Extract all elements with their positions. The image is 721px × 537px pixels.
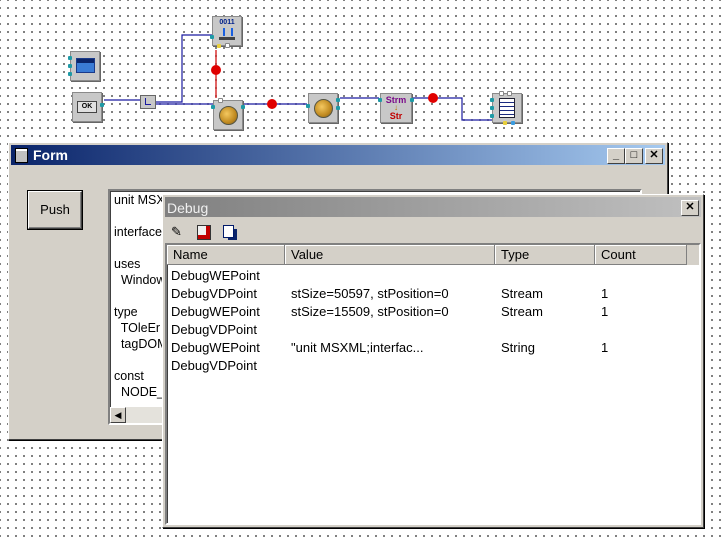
cell-name: DebugVDPoint <box>171 322 257 337</box>
memo-line: tagDOM <box>114 337 168 351</box>
debug-close-button[interactable]: ✕ <box>681 200 699 216</box>
gear-icon <box>314 99 333 118</box>
gear-icon <box>219 106 238 125</box>
push-button[interactable]: Push <box>28 191 82 229</box>
debug-title: Debug <box>167 200 209 216</box>
table-row[interactable]: DebugWEPoint stSize=15509, stPosition=0 St… <box>167 303 699 321</box>
table-row[interactable]: DebugVDPoint stSize=50597, stPosition=0 St… <box>167 285 699 303</box>
debug-toolbar: ✎ <box>169 223 269 241</box>
cell-name: DebugVDPoint <box>171 286 257 301</box>
clear-icon[interactable]: ✎ <box>171 224 187 240</box>
table-row[interactable]: DebugWEPoint <box>167 267 699 285</box>
cell-type: String <box>501 340 535 355</box>
process-component[interactable] <box>306 93 340 123</box>
ok-button-icon: OK <box>77 101 97 113</box>
debug-point[interactable] <box>211 65 221 75</box>
hub-component[interactable] <box>140 95 156 109</box>
column-header-count[interactable]: Count <box>595 245 687 265</box>
close-button[interactable]: ✕ <box>645 148 663 164</box>
cell-value: stSize=15509, stPosition=0 <box>291 304 449 319</box>
memo-line: const <box>114 369 144 383</box>
memo-line: type <box>114 305 138 319</box>
memo-line: NODE_ <box>114 385 165 399</box>
memo-line: unit MSX <box>114 193 165 207</box>
table-row[interactable]: DebugWEPoint "unit MSXML;interfac... Strin… <box>167 339 699 357</box>
memo-component[interactable] <box>490 91 522 125</box>
file-load-component[interactable]: 0011 <box>210 16 242 48</box>
cell-type: Stream <box>501 286 543 301</box>
table-row[interactable]: DebugVDPoint <box>167 321 699 339</box>
form-component[interactable] <box>68 51 100 81</box>
cell-name: DebugWEPoint <box>171 304 260 319</box>
memo-icon <box>499 98 515 118</box>
minimize-button[interactable]: _ <box>607 148 625 164</box>
memo-line: uses <box>114 257 141 271</box>
cell-count: 1 <box>601 340 609 355</box>
breakpoint-icon[interactable] <box>197 225 211 240</box>
cell-count: 1 <box>601 286 609 301</box>
cell-name: DebugWEPoint <box>171 340 260 355</box>
scroll-left-button[interactable]: ◀ <box>110 407 126 423</box>
debug-point[interactable] <box>267 99 277 109</box>
memo-line: Window <box>114 273 166 287</box>
cell-name: DebugVDPoint <box>171 358 257 373</box>
form-titlebar[interactable]: Form _ □ ✕ <box>11 145 665 165</box>
cell-count: 1 <box>601 304 609 319</box>
stream-to-string-component[interactable]: Strm ↓ Str <box>378 93 414 123</box>
cell-type: Stream <box>501 304 543 319</box>
debug-titlebar[interactable]: Debug ✕ <box>165 197 701 217</box>
cell-name: DebugWEPoint <box>171 268 260 283</box>
form-app-icon <box>15 148 28 163</box>
column-header-value[interactable]: Value <box>285 245 495 265</box>
cell-value: stSize=50597, stPosition=0 <box>291 286 449 301</box>
button-component[interactable]: OK <box>72 92 104 122</box>
copy-icon[interactable] <box>223 225 234 238</box>
load-icon: 0011 <box>219 19 235 26</box>
column-header-type[interactable]: Type <box>495 245 595 265</box>
debug-list[interactable]: Name Value Type Count DebugWEPoint DebugV… <box>165 243 701 525</box>
list-header: Name Value Type Count <box>167 245 699 265</box>
form-title: Form <box>33 147 68 163</box>
table-row[interactable]: DebugVDPoint <box>167 357 699 375</box>
process-component[interactable] <box>211 98 245 130</box>
schematic-wires <box>104 34 492 121</box>
str-label: Str <box>389 111 403 121</box>
cell-value: "unit MSXML;interfac... <box>291 340 424 355</box>
debug-window: Debug ✕ ✎ Name Value Type Count DebugWEP… <box>162 194 704 528</box>
debug-point[interactable] <box>428 93 438 103</box>
memo-line: interface <box>114 225 162 239</box>
window-icon <box>76 58 95 73</box>
maximize-button[interactable]: □ <box>625 148 643 164</box>
column-header-name[interactable]: Name <box>167 245 285 265</box>
memo-line: TOleEr <box>114 321 161 335</box>
